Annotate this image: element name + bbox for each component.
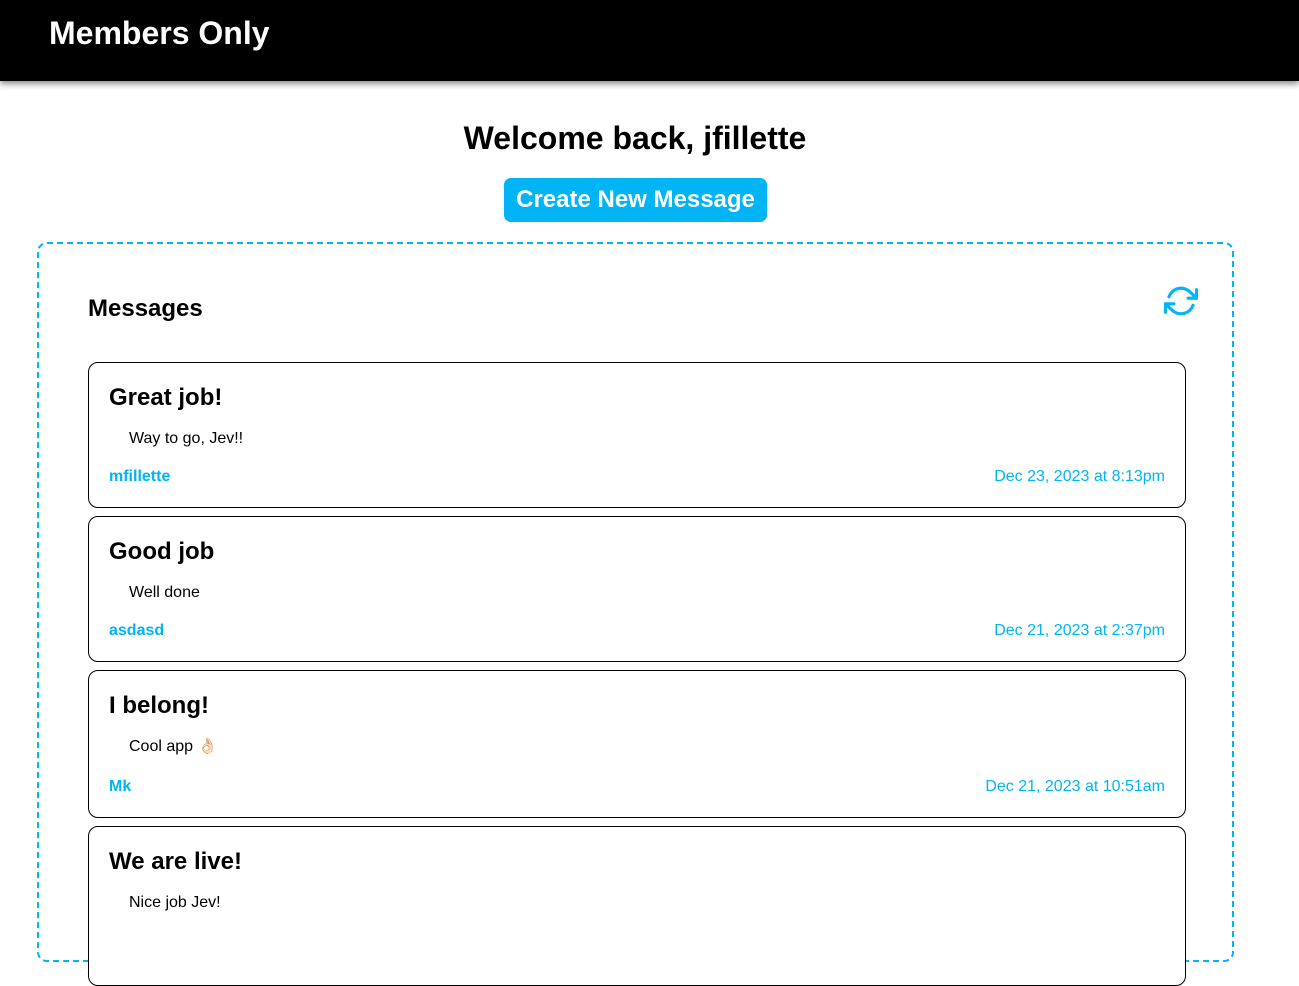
message-date: Dec 21, 2023 at 10:51am xyxy=(985,778,1165,795)
message-card: We are live! Nice job Jev! xyxy=(88,826,1186,986)
message-title: Good job xyxy=(109,538,215,565)
messages-panel: Messages Great job! Way to go, Jev!! mfi… xyxy=(37,242,1234,986)
message-title: We are live! xyxy=(109,848,242,875)
message-body: Well done xyxy=(129,584,200,601)
message-date: Dec 23, 2023 at 8:13pm xyxy=(994,468,1165,485)
message-title: Great job! xyxy=(109,384,223,411)
refresh-icon[interactable] xyxy=(1164,284,1198,318)
message-body: Way to go, Jev!! xyxy=(129,430,244,447)
message-body: Nice job Jev! xyxy=(129,894,221,911)
message-card: I belong! Cool app 👌🏻 Mk Dec 21, 2023 at… xyxy=(88,670,1186,818)
welcome-heading: Welcome back, jfillette xyxy=(463,120,807,156)
create-new-message-button[interactable]: Create New Message xyxy=(504,178,767,222)
messages-title: Messages xyxy=(88,295,203,322)
top-navbar: Members Only xyxy=(0,0,1299,81)
message-card: Great job! Way to go, Jev!! mfillette De… xyxy=(88,362,1186,508)
message-title: I belong! xyxy=(109,692,209,719)
brand-logo-link[interactable]: Members Only xyxy=(49,14,270,52)
message-card: Good job Well done asdasd Dec 21, 2023 a… xyxy=(88,516,1186,662)
message-date: Dec 21, 2023 at 2:37pm xyxy=(994,622,1165,639)
message-author-link[interactable]: asdasd xyxy=(109,621,164,641)
message-author-link[interactable]: Mk xyxy=(109,777,131,797)
message-body: Cool app 👌🏻 xyxy=(129,738,218,755)
message-author-link[interactable]: mfillette xyxy=(109,467,170,487)
